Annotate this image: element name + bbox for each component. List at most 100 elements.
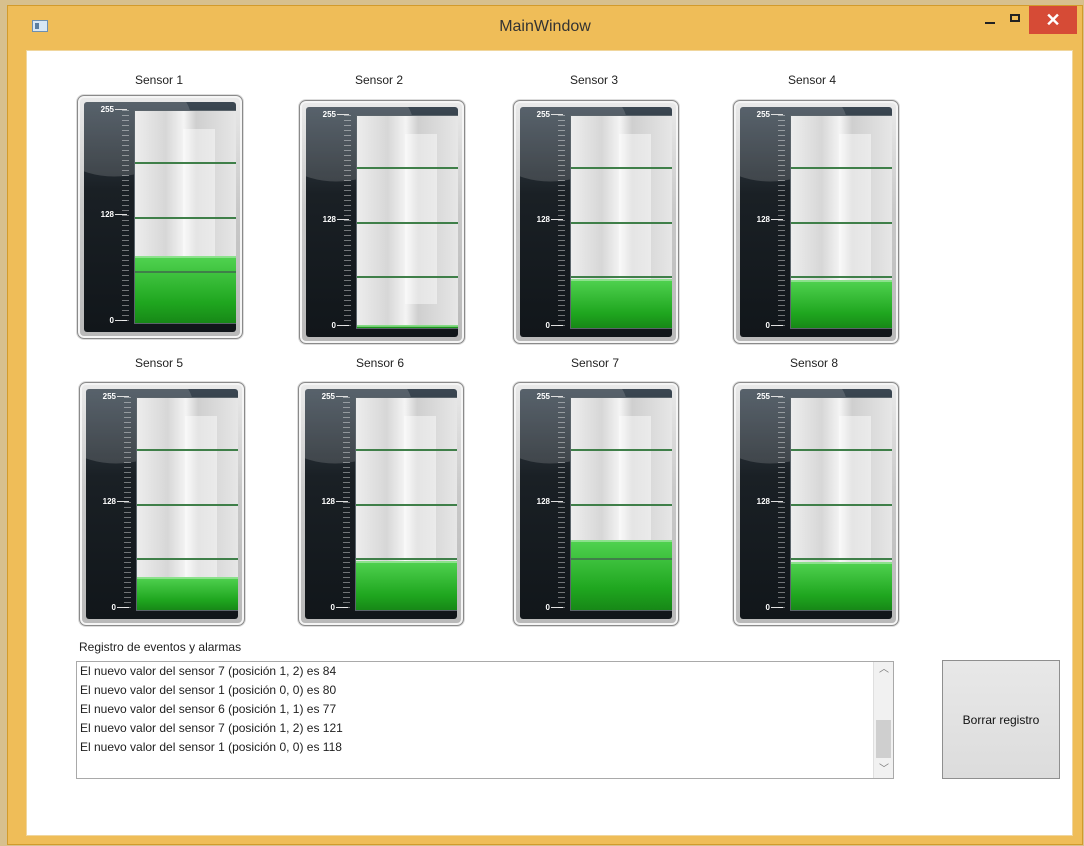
- event-log-list[interactable]: El nuevo valor del sensor 7 (posición 1,…: [80, 662, 870, 778]
- chevron-down-icon[interactable]: ﹀: [874, 762, 894, 778]
- tube-gridline: [791, 276, 892, 278]
- main-window: MainWindow ✕ Sensor 1 255 128 0 Sensor 2…: [8, 6, 1082, 844]
- client-area: Sensor 1 255 128 0 Sensor 2 255 128 0 Se…: [26, 50, 1073, 836]
- tube-gridline: [357, 222, 458, 224]
- tube-gridline: [357, 167, 458, 169]
- tube-gridline: [791, 504, 892, 506]
- sensor-title: Sensor 6: [355, 356, 405, 370]
- gauge-scale-max: 255: [321, 392, 335, 401]
- gauge-scale-min: 0: [765, 321, 770, 330]
- gauge-body: 255 128 0: [86, 389, 238, 619]
- gauge-tube: [355, 397, 457, 611]
- gauge-scale-min: 0: [109, 316, 114, 325]
- chevron-up-icon[interactable]: ︿: [874, 662, 894, 678]
- tube-gridline: [571, 276, 672, 278]
- tube-gridline: [791, 449, 892, 451]
- gauge-tube: [790, 397, 892, 611]
- list-item[interactable]: El nuevo valor del sensor 7 (posición 1,…: [80, 662, 870, 681]
- gauge-tube: [790, 115, 892, 329]
- event-log[interactable]: El nuevo valor del sensor 7 (posición 1,…: [76, 661, 894, 779]
- gauge-scale-max: 255: [102, 392, 116, 401]
- close-icon: ✕: [1045, 10, 1061, 30]
- tube-gridline: [791, 558, 892, 560]
- tube-gridline: [135, 162, 236, 164]
- gauge-scale-max: 255: [536, 110, 550, 119]
- gauge-fine-ticks: [343, 397, 350, 609]
- window-title: MainWindow: [499, 18, 591, 35]
- gauge-tube: [134, 110, 236, 324]
- gauge-scale-max: 255: [756, 392, 770, 401]
- maximize-icon: [1010, 14, 1020, 22]
- gauge-body: 255 128 0: [520, 389, 672, 619]
- tube-highlight: [185, 416, 217, 586]
- list-item[interactable]: El nuevo valor del sensor 1 (posición 0,…: [80, 681, 870, 700]
- tube-highlight: [839, 416, 871, 586]
- gauge-fine-ticks: [344, 115, 351, 327]
- title-bar: MainWindow ✕: [8, 6, 1082, 50]
- sensor-level-fill: [137, 577, 238, 610]
- gauge-scale-mid: 128: [756, 497, 770, 506]
- gauge-scale-mid: 128: [536, 497, 550, 506]
- gauge-scale-min: 0: [111, 603, 116, 612]
- list-item[interactable]: El nuevo valor del sensor 7 (posición 1,…: [80, 719, 870, 738]
- tube-gridline: [791, 167, 892, 169]
- tube-gridline: [571, 449, 672, 451]
- sensor-gauge: 255 128 0: [299, 100, 465, 344]
- gauge-fine-ticks: [124, 397, 131, 609]
- gauge-scale-max: 255: [322, 110, 336, 119]
- maximize-button[interactable]: [1004, 6, 1028, 34]
- sensor-gauge: 255 128 0: [77, 95, 243, 339]
- sensor-level-fill: [571, 279, 672, 328]
- sensor-title: Sensor 1: [134, 73, 184, 87]
- gauge-scale-mid: 128: [756, 215, 770, 224]
- gauge-body: 255 128 0: [305, 389, 457, 619]
- tube-highlight: [839, 134, 871, 304]
- gauge-scale-max: 255: [100, 105, 114, 114]
- sensor-title: Sensor 5: [134, 356, 184, 370]
- tube-highlight: [405, 134, 437, 304]
- gauge-scale-mid: 128: [321, 497, 335, 506]
- gauge-tube: [356, 115, 458, 329]
- tube-gridline: [135, 271, 236, 273]
- tube-gridline: [357, 276, 458, 278]
- clear-log-button[interactable]: Borrar registro: [942, 660, 1060, 779]
- tube-gridline: [571, 167, 672, 169]
- sensor-level-fill: [135, 255, 236, 323]
- gauge-tube: [570, 115, 672, 329]
- sensor-level-fill: [357, 324, 458, 328]
- tube-gridline: [137, 449, 238, 451]
- sensor-gauge: 255 128 0: [513, 382, 679, 626]
- gauge-body: 255 128 0: [740, 389, 892, 619]
- gauge-scale-mid: 128: [100, 210, 114, 219]
- gauge-scale-min: 0: [545, 321, 550, 330]
- gauge-scale-min: 0: [545, 603, 550, 612]
- minimize-icon: [985, 22, 995, 24]
- gauge-fine-ticks: [778, 397, 785, 609]
- gauge-body: 255 128 0: [84, 102, 236, 332]
- close-button[interactable]: ✕: [1029, 6, 1077, 34]
- tube-gridline: [137, 504, 238, 506]
- sensor-gauge: 255 128 0: [79, 382, 245, 626]
- gauge-scale-min: 0: [330, 603, 335, 612]
- tube-gridline: [356, 558, 457, 560]
- tube-gridline: [571, 558, 672, 560]
- gauge-fine-ticks: [558, 115, 565, 327]
- event-log-title: Registro de eventos y alarmas: [79, 640, 242, 654]
- sensor-gauge: 255 128 0: [733, 382, 899, 626]
- tube-gridline: [791, 222, 892, 224]
- vertical-scrollbar[interactable]: ︿ ﹀: [873, 662, 893, 778]
- scrollbar-thumb[interactable]: [876, 720, 891, 758]
- sensor-gauge: 255 128 0: [513, 100, 679, 344]
- gauge-body: 255 128 0: [306, 107, 458, 337]
- gauge-fine-ticks: [558, 397, 565, 609]
- sensor-title: Sensor 8: [789, 356, 839, 370]
- gauge-scale-mid: 128: [102, 497, 116, 506]
- gauge-scale-max: 255: [536, 392, 550, 401]
- gauge-scale-max: 255: [756, 110, 770, 119]
- gauge-scale-min: 0: [765, 603, 770, 612]
- list-item[interactable]: El nuevo valor del sensor 6 (posición 1,…: [80, 700, 870, 719]
- tube-gridline: [135, 217, 236, 219]
- list-item[interactable]: El nuevo valor del sensor 1 (posición 0,…: [80, 738, 870, 757]
- minimize-button[interactable]: [978, 6, 1002, 34]
- sensor-level-fill: [791, 562, 892, 610]
